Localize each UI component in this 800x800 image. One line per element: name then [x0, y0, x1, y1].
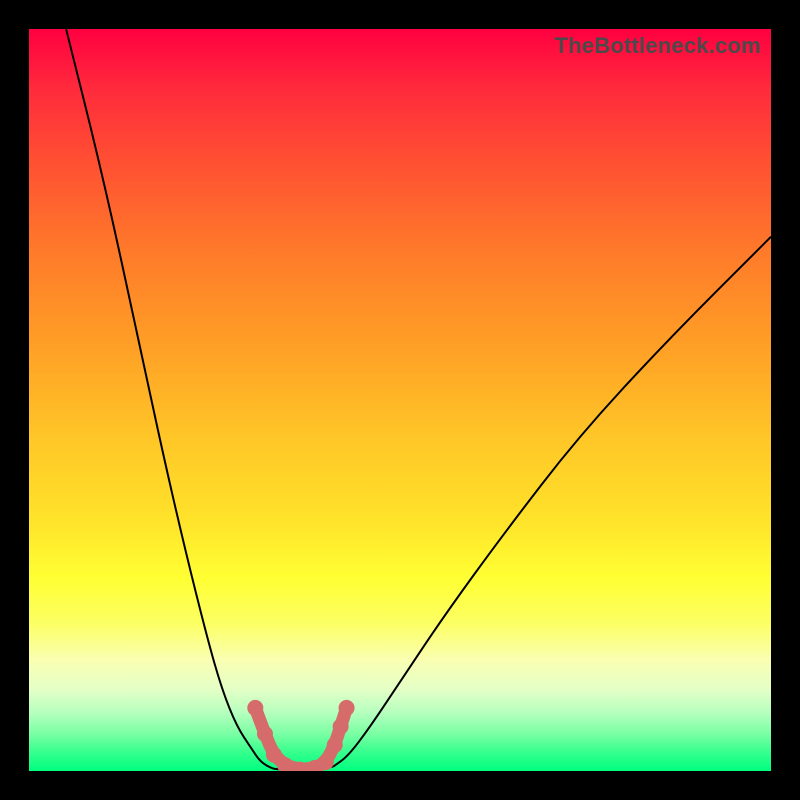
plot-area: TheBottleneck.com	[29, 29, 771, 771]
valley-marker-dot	[333, 718, 349, 734]
bottleneck-curve-left	[66, 29, 274, 769]
chart-svg	[29, 29, 771, 771]
valley-marker-dot	[318, 754, 334, 770]
valley-marker-dot	[257, 726, 273, 742]
valley-marker-dot	[327, 737, 343, 753]
valley-marker-dot	[339, 700, 355, 716]
outer-frame: TheBottleneck.com	[0, 0, 800, 800]
valley-marker-dot	[247, 700, 263, 716]
bottleneck-curve-right	[333, 237, 771, 767]
